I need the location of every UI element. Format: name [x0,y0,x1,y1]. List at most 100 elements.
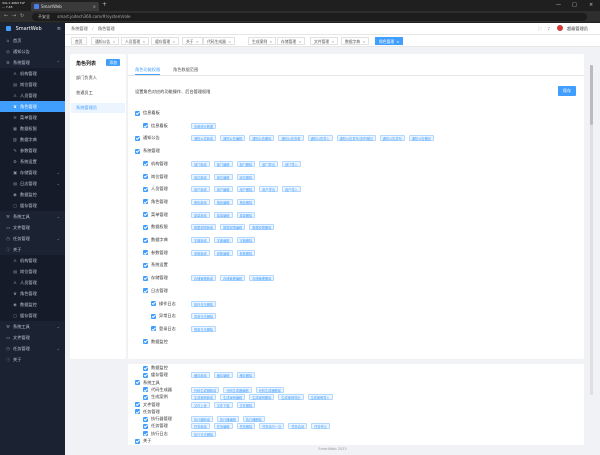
permission-button-tag[interactable]: 用户导入 [282,186,301,193]
checkbox-checked[interactable] [151,326,156,332]
close-tag-icon[interactable]: × [269,39,272,44]
sidebar-item[interactable]: ◉ 数据监控 [0,189,65,200]
sidebar-item[interactable]: ▢ 缓存管理 [0,200,65,211]
permission-button-tag[interactable]: 角色编辑 [213,198,233,205]
checkbox-checked[interactable] [143,250,148,256]
tag-item[interactable]: 缓存管理 × [151,37,180,45]
permission-button-tag[interactable]: 部门导入 [282,160,301,167]
sidebar-item[interactable]: ♛ 角色管理 [0,101,65,112]
tag-item[interactable]: 通知公告 × [91,37,120,45]
close-tag-icon[interactable]: × [298,39,301,44]
close-tab-icon[interactable]: × [93,2,96,11]
tag-item[interactable]: 人员管理 × [121,37,150,45]
permission-button-tag[interactable]: 存储管理新增 [191,275,217,282]
permission-button-tag[interactable]: 部门新增 [191,160,210,167]
sidebar-item[interactable]: ▤ 岗位管理 [0,266,65,277]
permission-button-tag[interactable]: 文件删除 [236,401,256,408]
checkbox-checked[interactable] [135,402,140,407]
permission-button-tag[interactable]: 部门删除 [236,160,256,167]
checkbox-checked[interactable] [143,186,148,192]
checkbox-checked[interactable] [143,416,148,422]
role-item[interactable]: 部门负责人 [71,73,125,83]
sidebar-item[interactable]: ▭ 文件管理 [0,222,65,233]
checkbox-checked[interactable] [143,123,148,129]
permission-button-tag[interactable]: 查看统计数据 [191,122,217,129]
checkbox-checked[interactable] [135,135,140,141]
save-button[interactable]: 保存 [558,86,576,96]
scrollbar-thumb[interactable] [590,65,593,125]
checkbox-checked[interactable] [151,313,156,319]
permission-button-tag[interactable]: 执行器删除 [242,416,265,423]
sidebar-item[interactable]: ✎ 参数管理 [0,145,65,156]
checkbox-checked[interactable] [135,110,140,116]
permission-button-tag[interactable]: 参数编辑 [213,249,233,256]
close-tag-icon[interactable]: × [112,39,115,44]
close-tag-icon[interactable]: × [172,39,175,44]
checkbox-checked[interactable] [143,365,148,371]
checkbox-checked[interactable] [143,288,148,294]
permission-button-tag[interactable]: 代码生成器新增 [191,386,220,393]
permission-button-tag[interactable]: 通知公告导入 [307,135,333,142]
sidebar-item[interactable]: ▥ 数据字典 [0,134,65,145]
sidebar-item[interactable]: ♙ 机构管理 [0,68,65,79]
panel-tab[interactable]: 角色数据范围 [173,66,198,74]
checkbox-checked[interactable] [135,438,140,444]
permission-button-tag[interactable]: 岗位新增 [191,173,210,180]
close-tag-icon[interactable]: × [228,39,231,44]
checkbox-checked[interactable] [135,380,140,386]
sidebar-item[interactable]: ⌂ 首页 [0,35,65,46]
permission-button-tag[interactable]: 通知公告删除 [249,135,275,142]
collapse-menu-icon[interactable]: ≡ [57,23,61,35]
permission-button-tag[interactable]: 用户删除 [236,186,256,193]
user-name[interactable]: 超级管理员 [567,26,588,31]
close-tag-icon[interactable]: × [142,39,145,44]
sidebar-item[interactable]: ♙ 机构管理 [0,255,65,266]
sidebar-item[interactable]: ▣ 存储管理 ⌄ [0,167,65,178]
permission-button-tag[interactable]: 存储管理删除 [249,275,275,282]
tag-item[interactable]: 首页 [71,37,87,45]
sidebar-item[interactable]: ⓘ 关于 [0,244,65,255]
permission-button-tag[interactable]: 任务执行一次 [259,423,285,430]
permission-button-tag[interactable]: 角色删除 [236,198,256,205]
permission-button-tag[interactable]: 缓存编辑 [213,372,233,379]
checkbox-checked[interactable] [143,262,148,268]
permission-button-tag[interactable]: 执行日志删除 [191,430,217,437]
permission-button-tag[interactable]: 字典新增 [191,237,210,243]
permission-button-tag[interactable]: 角色新增 [191,198,210,205]
permission-button-tag[interactable]: 数据权限编辑 [220,224,246,231]
sidebar-item[interactable]: ▤ 日志管理 ⌄ [0,178,65,189]
permission-button-tag[interactable]: 任务新增 [191,423,210,430]
permission-button-tag[interactable]: 参数删除 [236,249,256,256]
permission-button-tag[interactable]: 菜单编辑 [213,211,233,218]
permission-button-tag[interactable]: 生成案例导入 [307,394,333,401]
tag-item[interactable]: 代码生成器 × [203,37,236,45]
role-item[interactable]: 系统管理员 [71,103,125,113]
panel-tab[interactable]: 角色功能权限 [135,66,161,75]
close-tag-icon[interactable]: × [196,39,199,44]
checkbox-checked[interactable] [143,237,148,243]
scrollbar[interactable] [590,65,593,395]
permission-button-tag[interactable]: 部门编辑 [213,160,233,167]
checkbox-checked[interactable] [143,212,148,218]
permission-button-tag[interactable]: 岗位编辑 [213,173,233,180]
permission-button-tag[interactable]: 任务停止 [311,423,330,430]
sidebar-item[interactable]: ⚒ 系统工具 ⌄ [0,321,65,332]
permission-button-tag[interactable]: 通知公告撤回 [408,135,434,142]
sidebar-item[interactable]: ⚒ 系统工具 ⌄ [0,211,65,222]
permission-button-tag[interactable]: 任务编辑 [213,423,233,430]
checkbox-checked[interactable] [151,301,156,306]
permission-button-tag[interactable]: 缓存新增 [191,372,210,379]
permission-button-tag[interactable]: 通知公告发布/发布撤回 [336,135,376,142]
permission-button-tag[interactable]: 异常日志删除 [191,313,217,320]
permission-button-tag[interactable]: 操作日志删除 [191,300,217,307]
sidebar-item[interactable]: ◉ 数据监控 [0,299,65,310]
close-tag-icon[interactable]: × [362,39,365,44]
sidebar-item[interactable]: ▤ 岗位管理 [0,79,65,90]
permission-button-tag[interactable]: 字典编辑 [213,237,233,243]
permission-button-tag[interactable]: 数据权限新增 [191,224,217,231]
tag-item[interactable]: 关于 × [182,37,203,45]
permission-button-tag[interactable]: 通知公告新增 [191,135,217,142]
permission-button-tag[interactable]: 生成案例删除 [249,394,275,401]
tag-item[interactable]: 角色管理 × [375,37,404,45]
maximize-button[interactable]: □ [572,0,577,11]
